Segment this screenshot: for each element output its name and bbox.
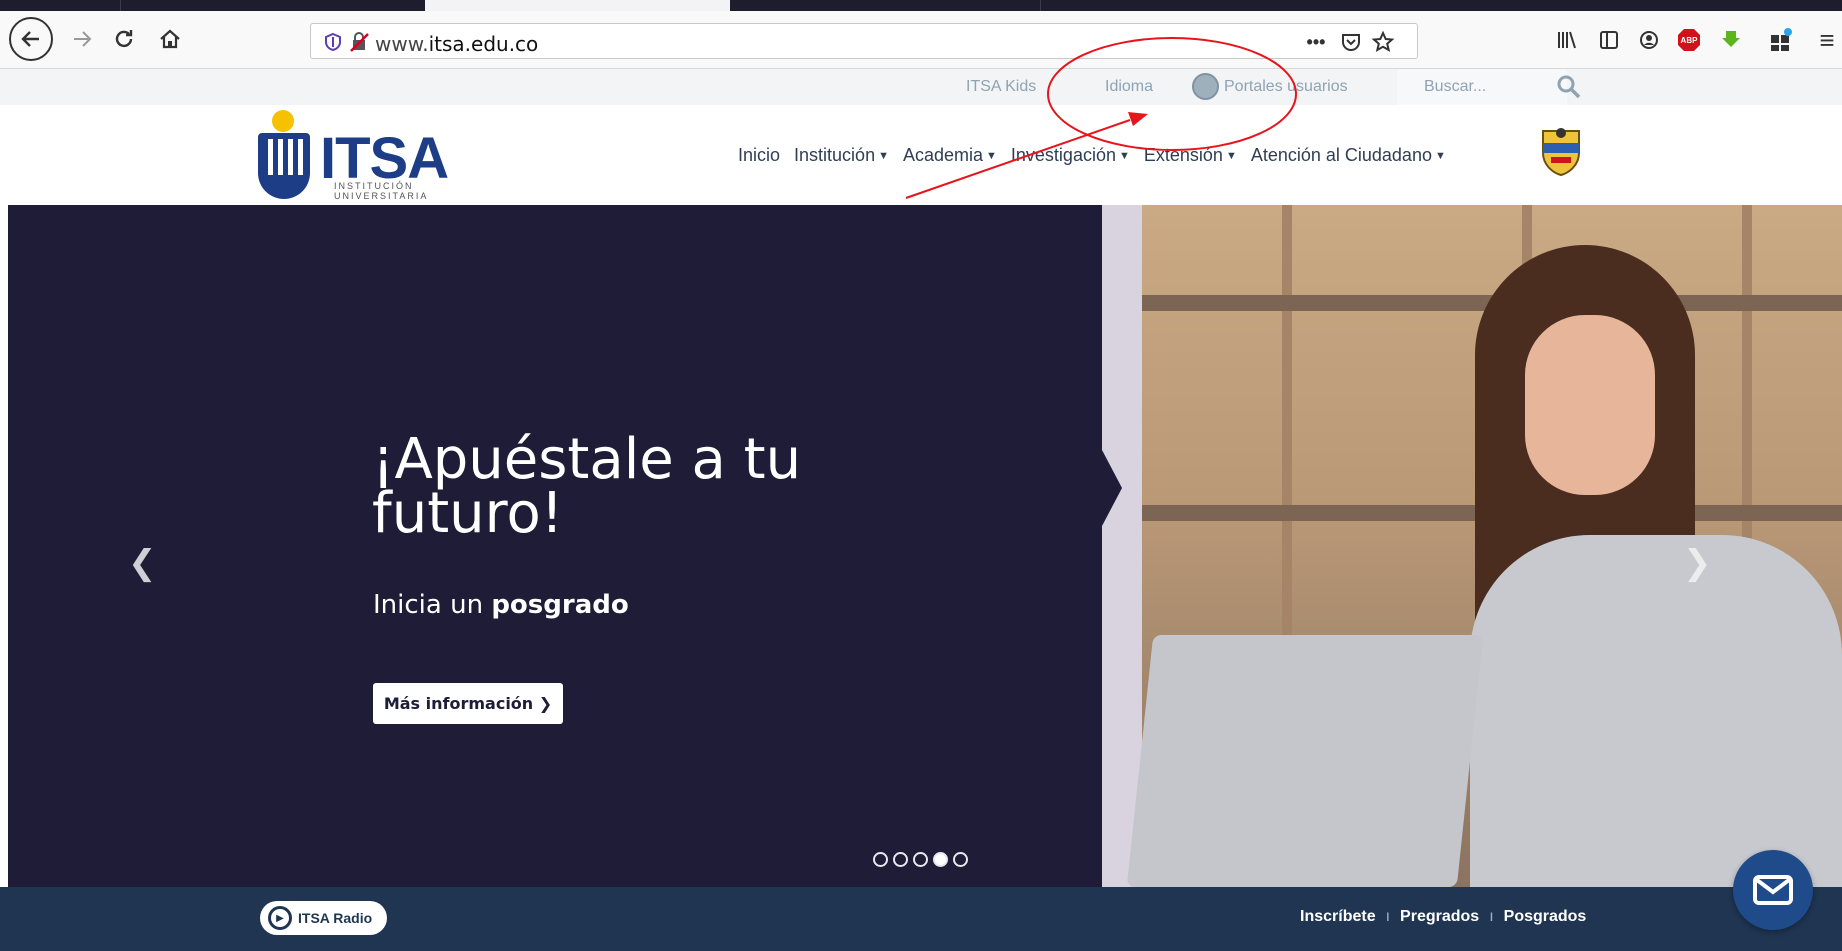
play-icon: ▶ [268, 906, 292, 930]
itsa-radio-button[interactable]: ▶ ITSA Radio [260, 901, 387, 935]
caret-down-icon: ▼ [878, 150, 889, 162]
back-button[interactable] [9, 17, 53, 61]
bottom-bar: ▶ ITSA Radio Inscríbete ı Pregrados ı Po… [0, 887, 1842, 951]
caret-down-icon: ▼ [986, 150, 997, 162]
hero-notch [1102, 450, 1122, 526]
nav-item-academia[interactable]: Academia ▼ [903, 145, 997, 166]
url-text: www.itsa.edu.co [375, 32, 539, 56]
radio-label: ITSA Radio [298, 910, 373, 926]
mail-icon [1753, 875, 1793, 905]
download-extension-icon[interactable] [1716, 25, 1746, 55]
search-input[interactable]: Buscar... [1397, 69, 1567, 105]
nav-item-investigacion[interactable]: Investigación ▼ [1011, 145, 1130, 166]
extension-icon[interactable] [1766, 25, 1796, 55]
caret-down-icon: ▼ [1118, 150, 1130, 162]
slider-dot[interactable] [873, 852, 888, 867]
itsa-kids-link[interactable]: ITSA Kids [966, 78, 1036, 96]
logo-shield [258, 133, 310, 199]
utility-bar: ITSA Kids Idioma Portales usuarios Busca… [0, 69, 1842, 105]
search-placeholder: Buscar... [1424, 78, 1487, 95]
site-header: ITSA INSTITUCIÓN UNIVERSITARIA Inicio In… [0, 105, 1842, 205]
account-icon[interactable] [1634, 25, 1664, 55]
tab-separator [120, 0, 121, 11]
library-icon[interactable] [1552, 25, 1582, 55]
active-tab[interactable] [425, 0, 730, 11]
link-posgrados[interactable]: Posgrados [1504, 908, 1587, 926]
link-inscribete[interactable]: Inscríbete [1300, 908, 1376, 926]
itsa-logo[interactable]: ITSA INSTITUCIÓN UNIVERSITARIA [258, 105, 449, 205]
slider-dot[interactable] [953, 852, 968, 867]
chevron-left-icon[interactable]: ❮ [128, 543, 157, 583]
reload-button[interactable] [104, 19, 144, 59]
adblock-icon[interactable]: ABP [1674, 25, 1704, 55]
hero-person-body [1470, 535, 1842, 887]
insecure-connection-icon[interactable] [347, 30, 371, 54]
slider-dot[interactable] [913, 852, 928, 867]
more-info-button[interactable]: Más información ❯ [373, 683, 563, 724]
home-button[interactable] [150, 19, 190, 59]
caret-down-icon: ▼ [1225, 150, 1237, 162]
colombia-coat-of-arms-icon[interactable] [1537, 125, 1585, 177]
chevron-right-icon[interactable]: ❯ [1683, 543, 1712, 583]
main-nav: Inicio Institución ▼ Academia ▼ Investigac… [738, 145, 1460, 166]
address-bar[interactable]: www.itsa.edu.co ••• [310, 23, 1418, 59]
forward-button[interactable] [62, 19, 102, 59]
hero-laptop [1126, 635, 1484, 887]
hero-subtitle: Inicia un posgrado [373, 590, 629, 620]
caret-down-icon: ▼ [1434, 150, 1446, 162]
hero-headline: ¡Apuéstale a tu futuro! [372, 427, 802, 546]
link-separator: ı [1385, 908, 1391, 925]
slider-dot[interactable] [893, 852, 908, 867]
arrow-left-icon [21, 31, 39, 47]
slider-pagination [873, 852, 968, 867]
link-pregrados[interactable]: Pregrados [1400, 908, 1479, 926]
menu-icon[interactable]: ≡ [1812, 25, 1842, 55]
portales-usuarios-link[interactable]: Portales usuarios [1224, 78, 1348, 96]
pocket-icon[interactable] [1339, 30, 1363, 54]
link-separator: ı [1489, 908, 1494, 925]
nav-item-institucion[interactable]: Institución ▼ [794, 145, 889, 166]
browser-toolbar: www.itsa.edu.co ••• ABP ≡ [0, 11, 1842, 69]
logo-sun [272, 110, 294, 132]
hero-slider: ¡Apuéstale a tu futuro! Inicia un posgra… [0, 205, 1842, 887]
star-icon[interactable] [1371, 30, 1395, 54]
contact-mail-button[interactable] [1733, 850, 1813, 930]
logo-subtitle: INSTITUCIÓN [334, 181, 414, 191]
tracking-shield-icon[interactable] [321, 30, 345, 54]
home-icon [160, 29, 180, 49]
nav-item-inicio[interactable]: Inicio [738, 145, 780, 166]
logo-subtitle: UNIVERSITARIA [334, 191, 429, 201]
svg-text:ABP: ABP [1681, 36, 1699, 45]
arrow-right-icon [74, 31, 92, 47]
tab-separator [1040, 0, 1041, 11]
page-actions-icon[interactable]: ••• [1301, 30, 1331, 54]
browser-tab-strip [0, 0, 1842, 11]
hero-left-edge [0, 205, 8, 887]
reload-icon [115, 30, 133, 48]
sidebar-icon[interactable] [1594, 25, 1624, 55]
nav-item-atencion[interactable]: Atención al Ciudadano ▼ [1251, 145, 1446, 166]
bottom-links: Inscríbete ı Pregrados ı Posgrados [1300, 908, 1586, 926]
search-icon[interactable] [1556, 74, 1582, 105]
slider-dot-active[interactable] [933, 852, 948, 867]
nav-item-extension[interactable]: Extensión ▼ [1144, 145, 1237, 166]
language-link[interactable]: Idioma [1105, 78, 1153, 96]
hero-person-face [1525, 315, 1655, 495]
user-icon [1192, 73, 1219, 100]
